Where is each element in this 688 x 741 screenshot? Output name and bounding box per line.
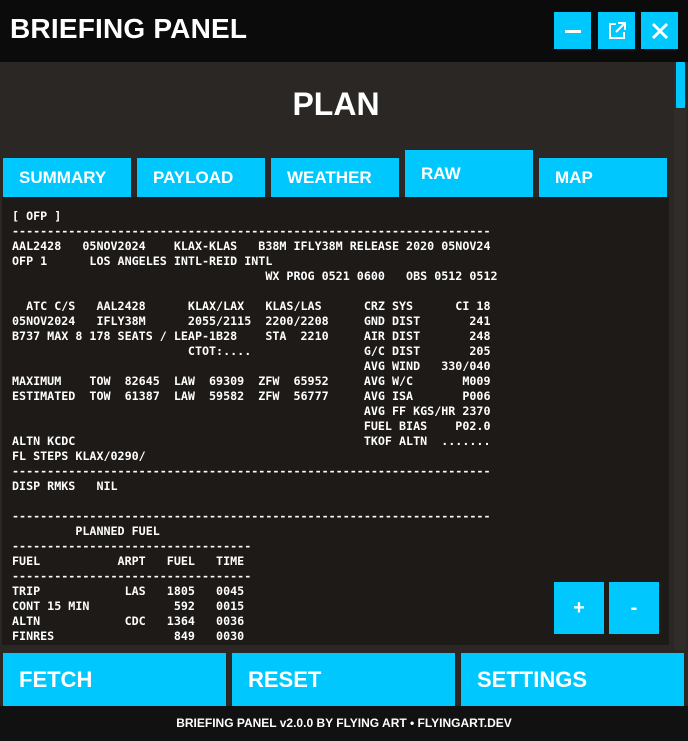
ofp-line: ----------------------------------------…	[12, 509, 491, 523]
footer-credits: BRIEFING PANEL v2.0.0 BY FLYING ART • FL…	[0, 706, 688, 741]
tab-payload[interactable]: PAYLOAD	[137, 158, 265, 197]
popout-button[interactable]	[598, 12, 635, 49]
ofp-line: DISP RMKS NIL	[12, 479, 118, 493]
ofp-line: TRIP LAS 1805 0045	[12, 584, 245, 598]
ofp-text: [ OFP ] --------------------------------…	[12, 209, 498, 644]
ofp-line: B737 MAX 8 178 SEATS / LEAP-1B28 STA 221…	[12, 329, 491, 343]
ofp-text-area[interactable]: [ OFP ] --------------------------------…	[2, 197, 669, 645]
page-heading: PLAN	[292, 86, 380, 122]
ofp-line: OFP 1 LOS ANGELES INTL-REID INTL	[12, 254, 273, 268]
popout-icon	[608, 21, 626, 39]
tab-summary[interactable]: SUMMARY	[3, 158, 131, 197]
ofp-line: PLANNED FUEL	[12, 524, 160, 538]
scrollbar-track[interactable]	[674, 62, 686, 650]
ofp-line: ESTIMATED TOW 61387 LAW 59582 ZFW 56777 …	[12, 389, 491, 403]
reset-button[interactable]: RESET	[232, 653, 455, 706]
minimize-icon	[564, 29, 581, 33]
ofp-line: ----------------------------------	[12, 539, 252, 553]
minimize-button[interactable]	[554, 12, 591, 49]
app-title: BRIEFING PANEL	[10, 13, 248, 44]
title-bar: BRIEFING PANEL	[0, 0, 688, 62]
settings-button[interactable]: SETTINGS	[461, 653, 684, 706]
ofp-line: ALTN CDC 1364 0036	[12, 614, 245, 628]
tab-weather[interactable]: WEATHER	[271, 158, 399, 197]
ofp-line: ----------------------------------	[12, 569, 252, 583]
ofp-line: CONT 15 MIN 592 0015	[12, 599, 245, 613]
close-button[interactable]	[641, 12, 678, 49]
ofp-line: MAXIMUM TOW 82645 LAW 69309 ZFW 65952 AV…	[12, 374, 491, 388]
ofp-line: ATC C/S AAL2428 KLAX/LAX KLAS/LAS CRZ SY…	[12, 299, 491, 313]
ofp-line: ----------------------------------------…	[12, 464, 491, 478]
ofp-line: ALTN KCDC TKOF ALTN .......	[12, 434, 491, 448]
ofp-line: WX PROG 0521 0600 OBS 0512 0512	[12, 269, 498, 283]
zoom-out-button[interactable]: -	[609, 582, 659, 634]
ofp-line: CTOT:.... G/C DIST 205	[12, 344, 491, 358]
ofp-line: FUEL ARPT FUEL TIME	[12, 554, 245, 568]
ofp-line: AVG WIND 330/040	[12, 359, 491, 373]
ofp-line: 05NOV2024 IFLY38M 2055/2115 2200/2208 GN…	[12, 314, 491, 328]
close-icon	[651, 22, 668, 39]
ofp-line: FL STEPS KLAX/0290/	[12, 449, 146, 463]
tab-map[interactable]: MAP	[539, 158, 667, 197]
ofp-line: FUEL BIAS P02.0	[12, 419, 491, 433]
ofp-line: AVG FF KGS/HR 2370	[12, 404, 491, 418]
zoom-in-button[interactable]: +	[554, 582, 604, 634]
ofp-line: ----------------------------------------…	[12, 224, 491, 238]
ofp-line: [ OFP ]	[12, 209, 62, 223]
ofp-line: FINRES 849 0030	[12, 629, 245, 643]
scrollbar-thumb[interactable]	[676, 62, 685, 108]
ofp-line: AAL2428 05NOV2024 KLAX-KLAS B38M IFLY38M…	[12, 239, 491, 253]
tab-raw[interactable]: RAW	[405, 150, 533, 197]
fetch-button[interactable]: FETCH	[3, 653, 226, 706]
